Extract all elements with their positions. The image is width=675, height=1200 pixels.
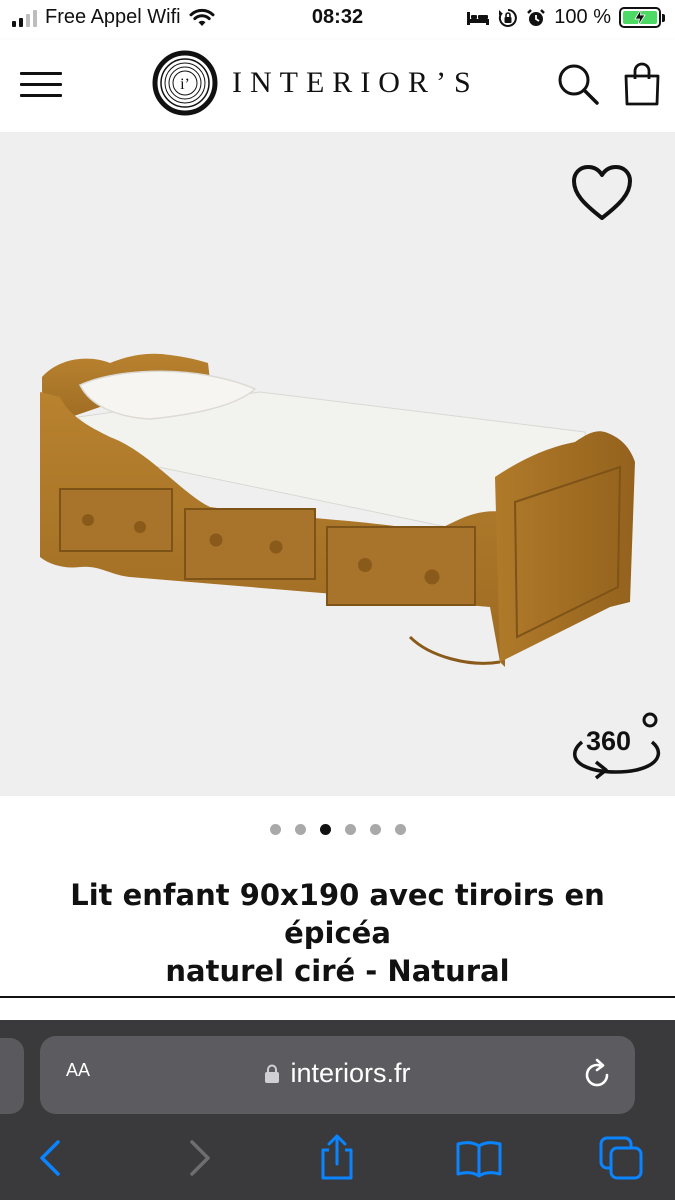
carousel-dot[interactable] xyxy=(369,824,381,835)
back-icon[interactable] xyxy=(28,1134,76,1182)
lock-icon xyxy=(265,1064,280,1083)
product-photo-bed xyxy=(40,353,635,667)
status-bar: Free Appel Wifi 08:32 100 % xyxy=(0,0,675,38)
bookmarks-icon[interactable] xyxy=(455,1134,503,1182)
browser-chrome: AA interiors.fr xyxy=(0,1020,675,1200)
bed-icon xyxy=(467,11,490,25)
reload-icon[interactable] xyxy=(578,1056,616,1094)
heart-icon[interactable] xyxy=(570,164,634,222)
carousel-dot[interactable] xyxy=(294,824,306,835)
product-title-line1: Lit enfant 90x190 avec tiroirs en épicéa xyxy=(70,878,605,950)
share-icon[interactable] xyxy=(313,1134,361,1182)
alarm-icon xyxy=(527,8,546,26)
url-display[interactable]: interiors.fr xyxy=(40,1058,635,1089)
logo-mark-text: i’ xyxy=(180,76,190,93)
battery-charging-icon xyxy=(619,7,665,28)
logo-text: INTERIOR’S xyxy=(232,66,479,99)
carousel-dot[interactable] xyxy=(319,824,331,835)
shopping-bag-icon[interactable] xyxy=(622,62,662,106)
url-text: interiors.fr xyxy=(290,1058,411,1088)
search-icon[interactable] xyxy=(556,62,600,106)
product-image-carousel[interactable]: 360 xyxy=(0,132,675,796)
product-title: Lit enfant 90x190 avec tiroirs en épicéa… xyxy=(30,876,645,990)
divider xyxy=(0,996,675,998)
tabs-icon[interactable] xyxy=(597,1134,645,1182)
carousel-dot[interactable] xyxy=(344,824,356,835)
orientation-lock-icon xyxy=(499,8,518,27)
carousel-dot[interactable] xyxy=(394,824,406,835)
forward-icon[interactable] xyxy=(174,1134,222,1182)
previous-tab-handle[interactable] xyxy=(0,1038,24,1114)
carousel-dots xyxy=(0,824,675,835)
hamburger-menu-icon[interactable] xyxy=(20,72,62,102)
address-bar[interactable]: AA interiors.fr xyxy=(40,1036,635,1114)
view-360-button[interactable]: 360 xyxy=(570,712,664,786)
battery-percent: 100 % xyxy=(554,6,611,28)
view-360-label: 360 xyxy=(586,726,632,756)
carousel-dot[interactable] xyxy=(269,824,281,835)
product-title-line2: naturel ciré - Natural xyxy=(165,954,510,988)
site-header: i’ INTERIOR’S xyxy=(0,40,675,132)
status-right: 100 % xyxy=(466,6,665,29)
site-logo[interactable]: i’ INTERIOR’S xyxy=(152,50,479,116)
logo-mark: i’ xyxy=(152,50,218,116)
